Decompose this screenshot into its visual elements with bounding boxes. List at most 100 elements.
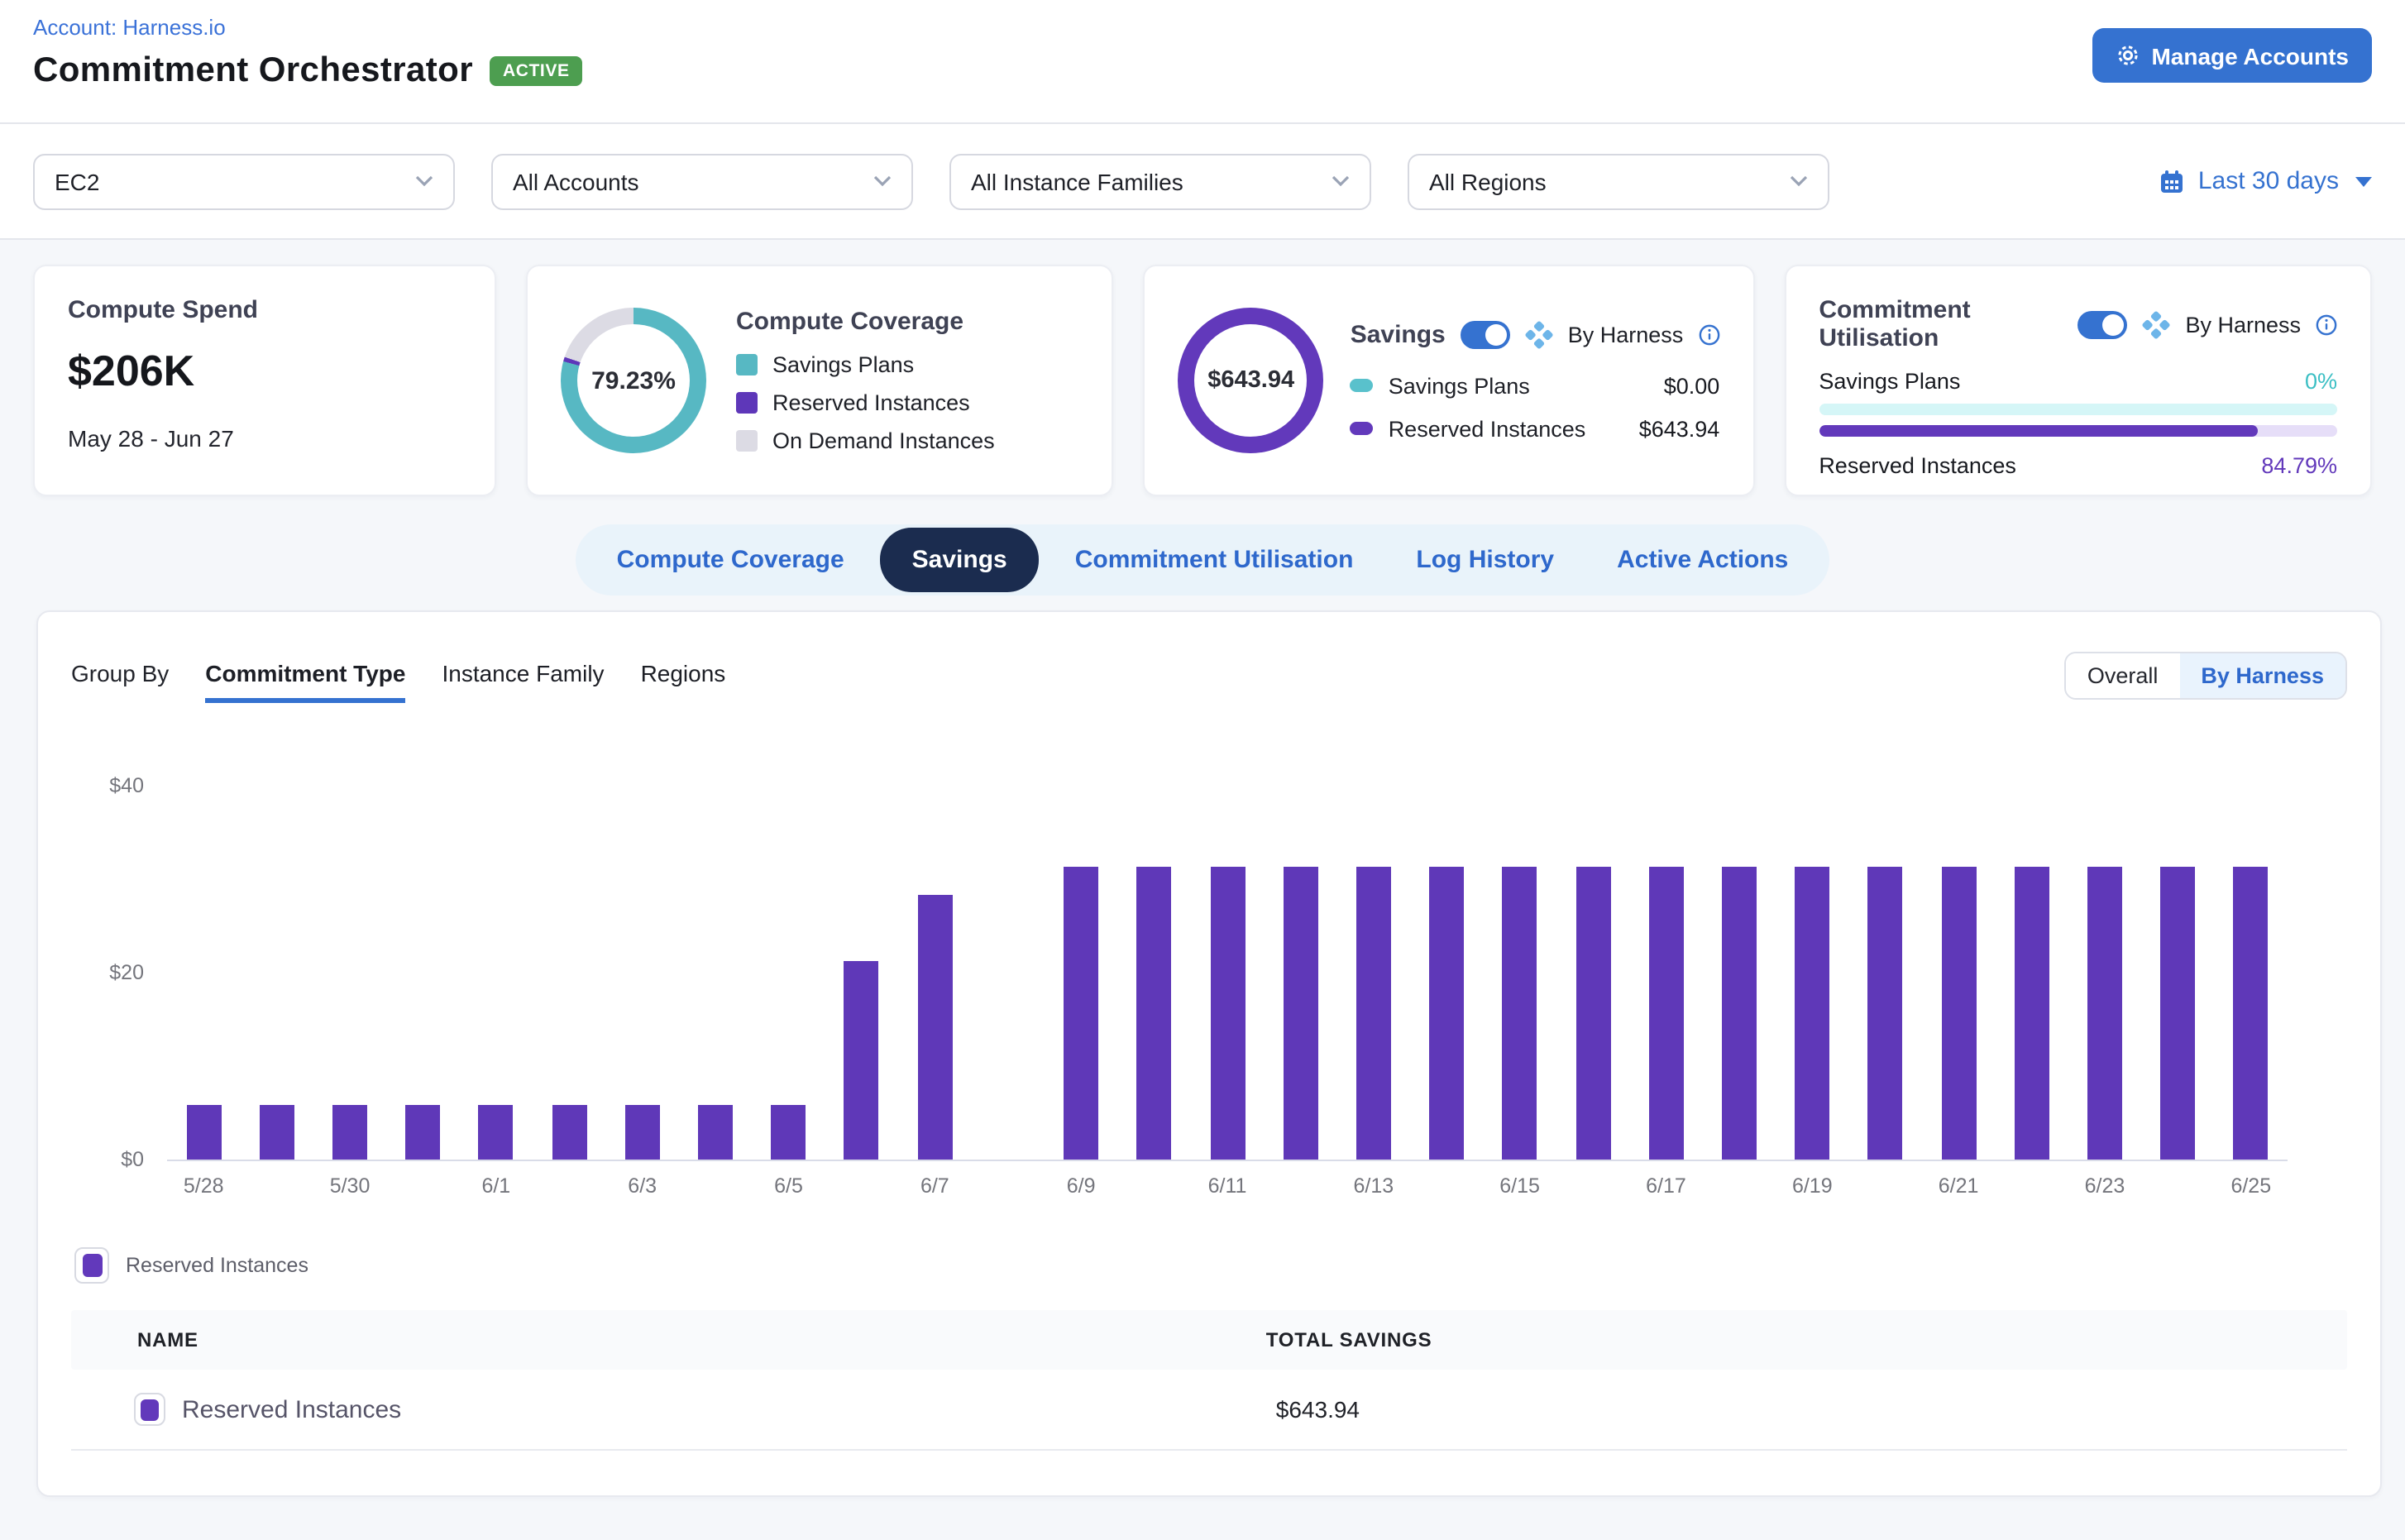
tab-log-history[interactable]: Log History [1388,531,1582,589]
filter-bar: EC2 All Accounts All Instance Families A… [0,124,2405,240]
bar-5/30 [332,1104,367,1160]
group-by-bar: Group By Commitment Type Instance Family… [71,652,2347,703]
app-root: Account: Harness.io Commitment Orchestra… [0,0,2405,1540]
tab-commitment-utilisation[interactable]: Commitment Utilisation [1047,531,1382,589]
x-axis-tick: 6/1 [481,1174,510,1198]
harness-logo-icon [1525,320,1553,348]
group-by-instance-family[interactable]: Instance Family [442,660,604,703]
by-harness-label: By Harness [2185,312,2301,337]
coverage-percent: 79.23% [561,308,706,453]
legend-item-reserved-instances: Reserved Instances [736,390,995,415]
account-breadcrumb-link[interactable]: Account: Harness.io [33,15,2372,40]
date-range-picker[interactable]: Last 30 days [2159,167,2372,195]
card-title: Compute Coverage [736,308,995,336]
legend-item-on-demand: On Demand Instances [736,428,995,453]
bar-6/4 [698,1104,733,1160]
compute-spend-card: Compute Spend $206K May 28 - Jun 27 [33,265,496,496]
y-axis-tick: $0 [121,1148,144,1171]
regions-select[interactable]: All Regions [1408,153,1829,209]
bar-6/1 [479,1104,514,1160]
commitment-utilisation-card: Commitment Utilisation By Harness Saving… [1784,265,2372,496]
bar-6/6 [844,960,879,1160]
x-axis-tick: 6/19 [1792,1174,1833,1198]
x-axis-tick: 6/23 [2085,1174,2125,1198]
savings-row-reserved-instances: Reserved Instances $643.94 [1351,416,1720,441]
compute-spend-value: $206K [68,346,461,397]
summary-cards: Compute Spend $206K May 28 - Jun 27 79.2… [33,265,2372,496]
bar-5/29 [260,1104,294,1160]
x-axis-tick: 6/5 [774,1174,803,1198]
bar-6/20 [1868,867,1903,1160]
y-axis-tick: $20 [109,961,144,984]
compute-coverage-card: 79.23% Compute Coverage Savings Plans Re… [526,265,1114,496]
caret-down-icon [2355,176,2372,186]
chart-legend: Reserved Instances [74,1247,2347,1284]
bar-6/25 [2234,867,2269,1160]
overall-by-harness-segmented-control: Overall By Harness [2064,652,2347,700]
segment-by-harness[interactable]: By Harness [2179,653,2345,698]
legend-swatch [1351,422,1374,435]
compute-spend-period: May 28 - Jun 27 [68,425,461,452]
reserved-instances-progress-bar [1819,425,2337,437]
info-icon[interactable] [2316,313,2337,335]
group-by-regions[interactable]: Regions [641,660,726,703]
tab-compute-coverage[interactable]: Compute Coverage [589,531,873,589]
savings-row-savings-plans: Savings Plans $0.00 [1351,373,1720,398]
x-axis-tick: 5/30 [330,1174,371,1198]
by-harness-toggle[interactable] [2077,310,2127,338]
status-badge: ACTIVE [490,56,583,86]
table-row[interactable]: Reserved Instances $643.94 [71,1370,2347,1451]
card-title: Commitment Utilisation [1819,296,2063,352]
bar-6/10 [1137,867,1172,1160]
bar-6/3 [625,1104,660,1160]
x-axis-tick: 6/17 [1646,1174,1686,1198]
legend-swatch [736,392,758,414]
legend-swatch [736,430,758,452]
page-header: Account: Harness.io Commitment Orchestra… [0,0,2405,124]
instance-families-select[interactable]: All Instance Families [949,153,1371,209]
x-axis-tick: 6/3 [628,1174,657,1198]
bar-6/14 [1429,867,1464,1160]
savings-table: NAME TOTAL SAVINGS Reserved Instances $6… [71,1310,2347,1451]
by-harness-label: By Harness [1568,322,1684,347]
bar-6/12 [1283,867,1317,1160]
service-select[interactable]: EC2 [33,153,455,209]
group-by-commitment-type[interactable]: Commitment Type [205,660,405,703]
tab-savings[interactable]: Savings [881,528,1039,592]
savings-total: $643.94 [1207,367,1294,394]
bar-6/17 [1648,867,1683,1160]
bar-6/19 [1795,867,1829,1160]
accounts-select[interactable]: All Accounts [491,153,913,209]
chevron-down-icon [1332,175,1350,187]
x-axis-tick: 6/7 [920,1174,949,1198]
legend-item-savings-plans: Savings Plans [736,352,995,377]
x-axis-tick: 6/9 [1067,1174,1096,1198]
bar-6/22 [2015,867,2049,1160]
card-title: Savings [1351,320,1446,348]
chevron-down-icon [415,175,433,187]
bar-6/5 [772,1104,806,1160]
manage-accounts-button[interactable]: Manage Accounts [2092,28,2372,83]
savings-card: $643.94 Savings By Harness [1144,265,1755,496]
table-header: NAME TOTAL SAVINGS [71,1310,2347,1370]
by-harness-toggle[interactable] [1461,320,1510,348]
segment-overall[interactable]: Overall [2066,653,2180,698]
x-axis-tick: 6/21 [1939,1174,1979,1198]
tab-active-actions[interactable]: Active Actions [1589,531,1816,589]
x-axis-tick: 5/28 [184,1174,224,1198]
x-axis-tick: 6/25 [2230,1174,2271,1198]
legend-checkbox[interactable] [74,1247,109,1284]
chart-plot-area: $0$20$405/285/306/16/36/56/76/96/116/136… [167,786,2288,1161]
x-axis-tick: 6/11 [1208,1174,1247,1198]
bar-6/15 [1503,867,1537,1160]
bar-6/7 [917,894,952,1160]
savings-panel: Group By Commitment Type Instance Family… [36,610,2382,1497]
gear-icon [2115,43,2140,68]
bar-6/21 [1941,867,1976,1160]
savings-plans-progress-bar [1819,404,2337,415]
info-icon[interactable] [1698,323,1719,345]
coverage-donut-chart: 79.23% [561,308,706,453]
calendar-icon [2159,168,2185,194]
bar-6/18 [1722,867,1757,1160]
savings-total-ring: $643.94 [1179,308,1324,453]
